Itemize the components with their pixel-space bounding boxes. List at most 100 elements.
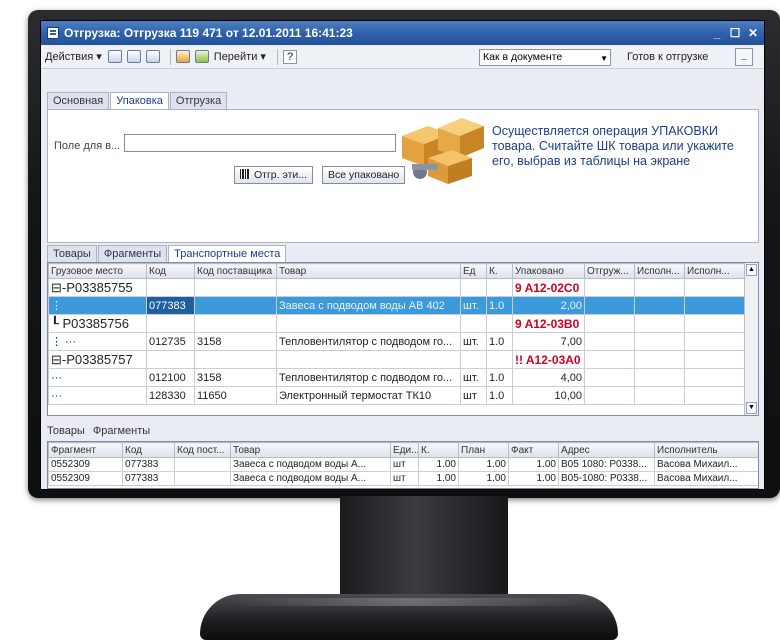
tree-icon[interactable] — [194, 50, 209, 63]
product-cell[interactable]: Завеса с подводом воды А... — [230, 471, 391, 486]
cargo-cell[interactable]: ··· — [48, 368, 147, 387]
shipped-cell[interactable] — [584, 296, 635, 315]
executor-cell[interactable] — [684, 386, 745, 405]
product-cell[interactable]: Электронный термостат ТК10 — [276, 386, 461, 405]
cargo-row[interactable]: ··· 128330 11650 Электронный термостат ТК10… — [48, 386, 745, 405]
code-cell[interactable]: 077383 — [122, 457, 175, 472]
scroll-up-icon[interactable]: ▲ — [746, 264, 757, 276]
code-cell[interactable] — [146, 314, 195, 333]
fact-cell[interactable]: 1.00 — [508, 471, 559, 486]
user-icon[interactable] — [175, 50, 190, 63]
fragment-row[interactable]: 0552309 077383 Завеса с подводом воды А...… — [48, 457, 758, 472]
col-frag-supplier[interactable]: Код пост... — [174, 442, 231, 458]
cargo-cell[interactable]: ⋮ — [48, 296, 147, 315]
col-frag-code[interactable]: Код — [122, 442, 175, 458]
cargo-cell[interactable]: ┖ P03385756 — [48, 314, 147, 333]
packed-cell[interactable]: 9 A12-03B0 — [512, 314, 585, 333]
shipped-cell[interactable] — [584, 386, 635, 405]
executor-cell[interactable] — [684, 296, 745, 315]
col-shipped[interactable]: Отгруж... — [584, 263, 635, 279]
fact-cell[interactable]: 1.00 — [508, 457, 559, 472]
packed-cell[interactable]: 10,00 — [512, 386, 585, 405]
cargo-row[interactable]: ⋮ 077383 Завеса с подводом воды АВ 402 шт. 1… — [48, 296, 745, 315]
cargo-cell[interactable]: ⊟-P03385757 — [48, 350, 147, 369]
unit-cell[interactable]: шт. — [460, 332, 487, 351]
unit-cell[interactable]: шт — [390, 457, 419, 472]
shipped-cell[interactable] — [584, 368, 635, 387]
minimize-button[interactable]: _ — [710, 26, 724, 40]
k-cell[interactable]: 1.0 — [486, 386, 513, 405]
cargo-scrollbar[interactable]: ▲ ▼ — [744, 263, 758, 415]
packed-cell[interactable]: 7,00 — [512, 332, 585, 351]
executor-cell[interactable]: Васова Михаил... — [654, 457, 758, 472]
product-cell[interactable] — [276, 314, 461, 333]
tab-shipping[interactable]: Отгрузка — [169, 92, 228, 110]
packed-cell[interactable]: 9 A12-02C0 — [512, 278, 585, 297]
executor-cell[interactable] — [684, 332, 745, 351]
packed-cell[interactable]: 2,00 — [512, 296, 585, 315]
code-cell[interactable]: 128330 — [146, 386, 195, 405]
executor-cell[interactable] — [634, 296, 685, 315]
col-k[interactable]: К. — [486, 263, 513, 279]
maximize-button[interactable]: ☐ — [728, 26, 742, 40]
code-cell[interactable]: 077383 — [146, 296, 195, 315]
plan-cell[interactable]: 1.00 — [458, 457, 509, 472]
col-fragment[interactable]: Фрагмент — [48, 442, 123, 458]
col-product[interactable]: Товар — [276, 263, 461, 279]
packed-cell[interactable]: !! A12-03A0 — [512, 350, 585, 369]
shipped-cell[interactable] — [584, 278, 635, 297]
supplier-code-cell[interactable] — [194, 350, 277, 369]
executor-cell[interactable] — [684, 368, 745, 387]
fragment-cell[interactable]: 0552309 — [48, 471, 123, 486]
executor-cell[interactable] — [684, 350, 745, 369]
col-unit[interactable]: Ед — [460, 263, 487, 279]
tab-main[interactable]: Основная — [47, 92, 110, 110]
k-cell[interactable]: 1.00 — [418, 471, 459, 486]
executor-cell[interactable] — [684, 314, 745, 333]
address-cell[interactable]: В05-1080: Р0338... — [558, 471, 655, 486]
k-cell[interactable]: 1.0 — [486, 296, 513, 315]
code-cell[interactable]: 012100 — [146, 368, 195, 387]
col-executor-2[interactable]: Исполн... — [684, 263, 745, 279]
ready-status-button[interactable]: Готов к отгрузке — [627, 51, 708, 63]
tab-packing[interactable]: Упаковка — [110, 92, 169, 110]
supplier-code-cell[interactable] — [194, 278, 277, 297]
chevron-down-icon[interactable]: ▼ — [600, 51, 608, 66]
tab-goods[interactable]: Товары — [47, 245, 97, 263]
executor-cell[interactable] — [634, 278, 685, 297]
col-fact[interactable]: Факт — [508, 442, 559, 458]
executor-cell[interactable] — [634, 386, 685, 405]
window-titlebar[interactable]: Отгрузка: Отгрузка 119 471 от 12.01.2011… — [41, 21, 764, 45]
col-supplier-code[interactable]: Код поставщика — [194, 263, 277, 279]
executor-cell[interactable]: Васова Михаил... — [654, 471, 758, 486]
actions-menu[interactable]: Действия ▾ — [45, 50, 102, 63]
product-cell[interactable]: Завеса с подводом воды А... — [230, 457, 391, 472]
cargo-row[interactable]: ⊟-P03385755 9 A12-02C0 — [48, 278, 745, 297]
all-packed-button[interactable]: Все упаковано — [322, 166, 406, 184]
tab-bottom-goods[interactable]: Товары — [47, 425, 85, 437]
copy-icon[interactable] — [126, 50, 141, 63]
col-frag-unit[interactable]: Еди... — [390, 442, 419, 458]
unit-cell[interactable]: шт — [460, 386, 487, 405]
plan-cell[interactable]: 1.00 — [458, 471, 509, 486]
goto-menu[interactable]: Перейти ▾ — [214, 50, 266, 63]
k-cell[interactable]: 1.00 — [418, 457, 459, 472]
code-cell[interactable] — [146, 278, 195, 297]
product-cell[interactable]: Тепловентилятор с подводом го... — [276, 368, 461, 387]
save-icon[interactable] — [145, 50, 160, 63]
supplier-code-cell[interactable] — [194, 296, 277, 315]
col-code[interactable]: Код — [146, 263, 195, 279]
code-cell[interactable]: 077383 — [122, 471, 175, 486]
col-plan[interactable]: План — [458, 442, 509, 458]
unit-cell[interactable]: шт — [390, 471, 419, 486]
address-cell[interactable]: В05 1080: Р0338... — [558, 457, 655, 472]
fragment-row[interactable]: 0552309 077383 Завеса с подводом воды А...… — [48, 471, 758, 486]
executor-cell[interactable] — [634, 350, 685, 369]
supplier-code-cell[interactable] — [174, 457, 231, 472]
tab-bottom-fragments[interactable]: Фрагменты — [93, 425, 150, 437]
col-address[interactable]: Адрес — [558, 442, 655, 458]
executor-cell[interactable] — [634, 368, 685, 387]
k-cell[interactable]: 1.0 — [486, 332, 513, 351]
cargo-row[interactable]: ··· 012100 3158 Тепловентилятор с подводом … — [48, 368, 745, 387]
scroll-down-icon[interactable]: ▼ — [746, 402, 757, 414]
